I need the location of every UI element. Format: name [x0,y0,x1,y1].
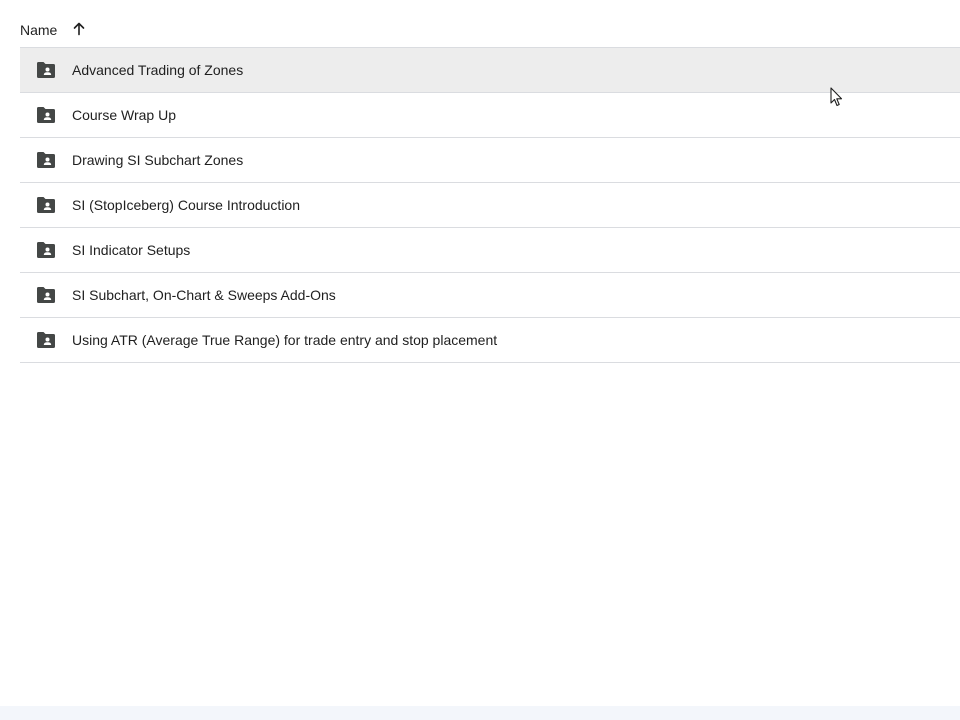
shared-folder-icon [36,150,56,170]
arrow-up-icon[interactable] [71,21,87,37]
list-header: Name [20,0,960,48]
folder-name: SI (StopIceberg) Course Introduction [72,197,301,213]
shared-folder-icon [36,195,56,215]
name-column-header[interactable]: Name [20,22,57,38]
footer-bar [0,706,960,720]
folder-row[interactable]: SI (StopIceberg) Course Introduction [20,183,960,228]
shared-folder-icon [36,105,56,125]
folder-row[interactable]: Advanced Trading of Zones [20,48,960,93]
mouse-cursor-icon [830,87,843,107]
folder-list: Name Advanced Trading of Zones Course Wr… [20,0,960,363]
folder-row[interactable]: SI Subchart, On-Chart & Sweeps Add-Ons [20,273,960,318]
shared-folder-icon [36,285,56,305]
folder-row[interactable]: Using ATR (Average True Range) for trade… [20,318,960,363]
file-browser: Name Advanced Trading of Zones Course Wr… [0,0,960,720]
folder-row[interactable]: Drawing SI Subchart Zones [20,138,960,183]
folder-row[interactable]: Course Wrap Up [20,93,960,138]
folder-row[interactable]: SI Indicator Setups [20,228,960,273]
folder-name: Course Wrap Up [72,107,177,123]
shared-folder-icon [36,60,56,80]
shared-folder-icon [36,240,56,260]
folder-name: Drawing SI Subchart Zones [72,152,244,168]
folder-name: SI Subchart, On-Chart & Sweeps Add-Ons [72,287,336,303]
folder-name: SI Indicator Setups [72,242,191,258]
shared-folder-icon [36,330,56,350]
folder-name: Advanced Trading of Zones [72,62,244,78]
folder-name: Using ATR (Average True Range) for trade… [72,332,498,348]
